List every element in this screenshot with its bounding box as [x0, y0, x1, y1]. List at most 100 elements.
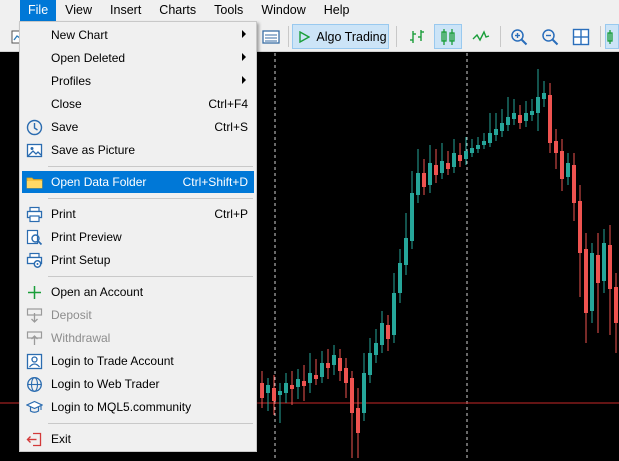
menu-separator — [48, 276, 253, 277]
profiles-icon[interactable] — [258, 24, 284, 49]
zoom-in-icon[interactable] — [506, 24, 532, 49]
algo-trading-button[interactable]: Algo Trading — [292, 24, 389, 49]
algo-trading-label: Algo Trading — [316, 29, 387, 44]
menu-view[interactable]: View — [56, 0, 101, 21]
chart-shift-icon[interactable] — [605, 24, 619, 49]
bullish-candle — [308, 373, 312, 383]
menu-item-label: Open Data Folder — [51, 175, 147, 189]
menu-item-open-deleted[interactable]: Open Deleted — [22, 47, 254, 69]
bearish-candle — [584, 249, 588, 313]
menu-item-save[interactable]: Save Ctrl+S — [22, 116, 254, 138]
bullish-candle — [398, 263, 402, 293]
menu-item-label: Withdrawal — [51, 331, 111, 345]
line-chart-icon[interactable] — [468, 24, 494, 49]
bearish-candle — [560, 151, 564, 179]
menu-file[interactable]: File — [20, 0, 57, 21]
menu-bar: File View Insert Charts Tools Window Hel… — [0, 0, 619, 21]
bearish-candle — [272, 388, 276, 401]
menu-charts[interactable]: Charts — [150, 0, 205, 21]
bullish-candle — [416, 173, 420, 195]
bullish-candle — [536, 97, 540, 113]
menu-item-open-account[interactable]: Open an Account — [22, 281, 254, 303]
menu-item-login-web[interactable]: Login to Web Trader — [22, 373, 254, 395]
menu-item-label: Save — [51, 120, 79, 134]
bullish-candle — [380, 323, 384, 345]
menu-item-shortcut: Ctrl+P — [214, 207, 248, 221]
menu-item-print[interactable]: Print Ctrl+P — [22, 203, 254, 225]
submenu-arrow-icon — [242, 76, 246, 84]
menu-window[interactable]: Window — [252, 0, 314, 21]
menu-item-shortcut: Ctrl+Shift+D — [182, 175, 248, 189]
menu-item-deposit: Deposit — [22, 304, 254, 326]
bullish-candle — [278, 391, 282, 395]
exit-icon — [26, 431, 43, 448]
bullish-candle — [476, 145, 480, 149]
bearish-candle — [386, 325, 390, 339]
bearish-candle — [422, 173, 426, 187]
bullish-candle — [470, 148, 474, 153]
user-icon — [26, 353, 43, 370]
folder-icon — [26, 174, 43, 191]
bearish-candle — [608, 245, 612, 289]
bullish-candle — [440, 161, 444, 173]
bullish-candle — [320, 363, 324, 377]
menu-item-new-chart[interactable]: New Chart — [22, 24, 254, 46]
bullish-candle — [500, 123, 504, 131]
file-menu-dropdown: New Chart Open Deleted Profiles Close Ctrl+F… — [19, 21, 257, 452]
bullish-candle — [590, 253, 594, 311]
globe-icon — [26, 376, 43, 393]
menu-item-login-mql5[interactable]: Login to MQL5.community — [22, 396, 254, 418]
play-icon — [299, 30, 311, 43]
bearish-candle — [578, 201, 582, 253]
menu-item-open-data-folder[interactable]: Open Data Folder Ctrl+Shift+D — [22, 171, 254, 193]
bullish-candle — [482, 141, 486, 145]
menu-item-label: Login to Trade Account — [51, 354, 174, 368]
bearish-candle — [314, 375, 318, 379]
menu-item-save-as-picture[interactable]: Save as Picture — [22, 139, 254, 161]
bullish-candle — [374, 343, 378, 355]
bullish-candle — [296, 379, 300, 387]
menu-tools[interactable]: Tools — [205, 0, 252, 21]
menu-item-login-trade[interactable]: Login to Trade Account — [22, 350, 254, 372]
bullish-candle — [602, 243, 606, 281]
bearish-candle — [458, 155, 462, 161]
submenu-arrow-icon — [242, 53, 246, 61]
bullish-candle — [266, 385, 270, 393]
menu-item-label: Close — [51, 97, 82, 111]
bullish-candle — [284, 383, 288, 393]
menu-insert[interactable]: Insert — [101, 0, 150, 21]
menu-item-label: New Chart — [51, 28, 108, 42]
bullish-candle — [428, 163, 432, 185]
zoom-out-icon[interactable] — [537, 24, 563, 49]
bearish-candle — [344, 368, 348, 383]
bullish-candle — [530, 111, 534, 115]
bullish-candle — [542, 93, 546, 99]
bearish-candle — [350, 378, 354, 413]
bullish-candle — [488, 133, 492, 143]
picture-icon — [26, 142, 43, 159]
deposit-icon — [26, 307, 43, 324]
menu-item-print-preview[interactable]: Print Preview — [22, 226, 254, 248]
submenu-arrow-icon — [242, 30, 246, 38]
bullish-candle — [332, 355, 336, 365]
menu-item-label: Login to Web Trader — [51, 377, 160, 391]
print-setup-icon — [26, 252, 43, 269]
menu-item-label: Login to MQL5.community — [51, 400, 192, 414]
menu-item-exit[interactable]: Exit — [22, 428, 254, 450]
tile-windows-icon[interactable] — [568, 24, 594, 49]
menu-item-close[interactable]: Close Ctrl+F4 — [22, 93, 254, 115]
bearish-candle — [338, 358, 342, 371]
printer-icon — [26, 206, 43, 223]
menu-separator — [48, 423, 253, 424]
menu-item-print-setup[interactable]: Print Setup — [22, 249, 254, 271]
withdrawal-icon — [26, 330, 43, 347]
menu-item-label: Print Preview — [51, 230, 122, 244]
bearish-candle — [518, 115, 522, 123]
bullish-candle — [368, 353, 372, 375]
menu-item-shortcut: Ctrl+F4 — [208, 97, 248, 111]
menu-help[interactable]: Help — [315, 0, 359, 21]
bar-chart-icon[interactable] — [404, 24, 430, 49]
menu-item-profiles[interactable]: Profiles — [22, 70, 254, 92]
menu-item-shortcut: Ctrl+S — [214, 120, 248, 134]
candlestick-chart-icon[interactable] — [434, 24, 462, 49]
